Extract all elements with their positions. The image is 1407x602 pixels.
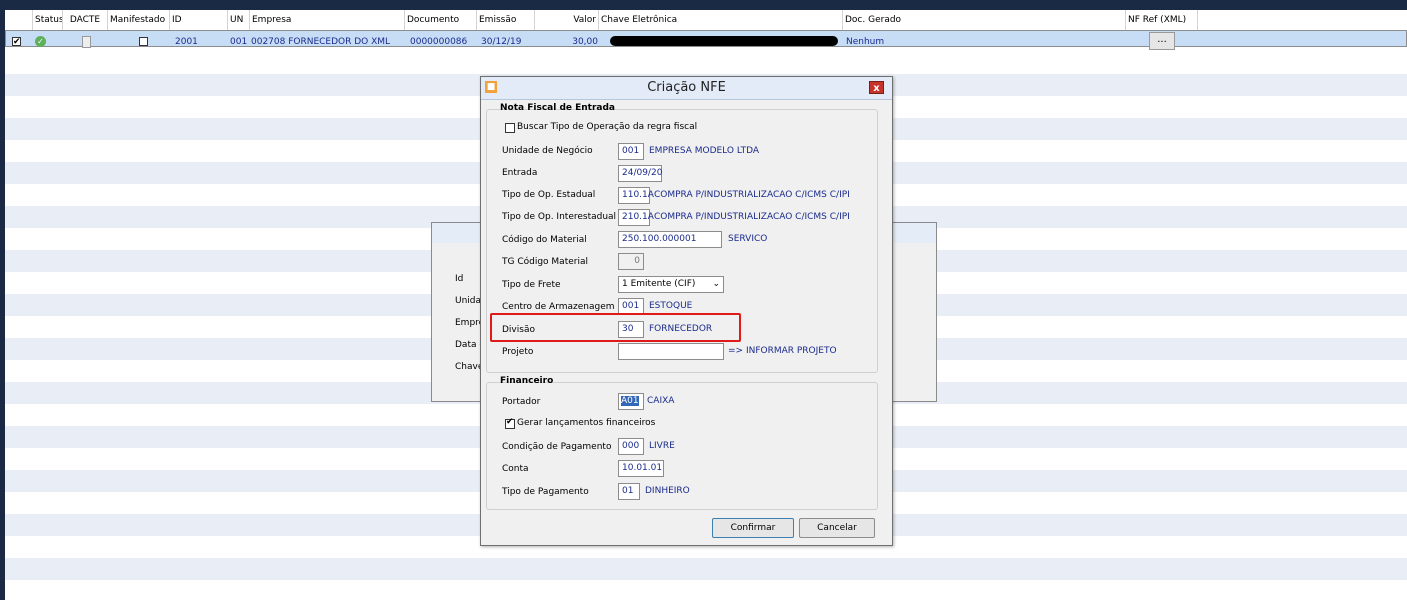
tg-codigo-material-label: TG Código Material bbox=[502, 257, 588, 267]
tipo-op-interestadual-code-input[interactable]: 210.1A bbox=[618, 209, 654, 226]
empty-row bbox=[5, 558, 1407, 580]
tipo-op-estadual-code-input[interactable]: 110.1A bbox=[618, 187, 654, 204]
header-valor[interactable]: Valor bbox=[535, 10, 599, 30]
tipo-op-interestadual-label: Tipo de Op. Interestadual bbox=[502, 212, 617, 222]
header-emissao[interactable]: Emissão bbox=[477, 10, 535, 30]
grid-header: Status DACTE Manifestado ID UN Empresa D… bbox=[5, 10, 1407, 31]
dacte-document-icon[interactable] bbox=[82, 36, 91, 48]
tipo-frete-value: 1 Emitente (CIF) bbox=[622, 279, 696, 289]
chevron-down-icon: ⌄ bbox=[712, 279, 720, 289]
header-id[interactable]: ID bbox=[170, 10, 228, 30]
header-doc-gerado[interactable]: Doc. Gerado bbox=[843, 10, 1126, 30]
unidade-desc: EMPRESA MODELO LTDA bbox=[649, 146, 760, 156]
header-empresa[interactable]: Empresa bbox=[250, 10, 405, 30]
unidade-code-input[interactable]: 001 bbox=[618, 143, 644, 160]
condicao-pagamento-label: Condição de Pagamento bbox=[502, 442, 612, 452]
entrada-label: Entrada bbox=[502, 168, 538, 178]
financeiro-title: Financeiro bbox=[500, 376, 554, 386]
cell-id: 2001 bbox=[175, 37, 198, 47]
tipo-pagamento-desc: DINHEIRO bbox=[645, 486, 690, 496]
entrada-date-input[interactable]: 24/09/20 bbox=[618, 165, 662, 182]
buscar-tipo-operacao-label: Buscar Tipo de Operação da regra fiscal bbox=[517, 122, 698, 132]
header-un[interactable]: UN bbox=[228, 10, 250, 30]
codigo-material-input[interactable]: 250.100.000001 bbox=[618, 231, 722, 248]
tipo-pagamento-code-input[interactable]: 01 bbox=[618, 483, 640, 500]
tipo-frete-label: Tipo de Frete bbox=[502, 280, 561, 290]
conta-label: Conta bbox=[502, 464, 529, 474]
nota-fiscal-title: Nota Fiscal de Entrada bbox=[500, 103, 616, 113]
tipo-op-estadual-desc: COMPRA P/INDUSTRIALIZACAO C/ICMS C/IPI bbox=[654, 190, 850, 200]
buscar-tipo-operacao-checkbox[interactable] bbox=[505, 123, 515, 133]
tipo-op-interestadual-desc: COMPRA P/INDUSTRIALIZACAO C/ICMS C/IPI bbox=[654, 212, 850, 222]
confirmar-button[interactable]: Confirmar bbox=[712, 518, 794, 538]
portador-code-input[interactable]: A01 bbox=[618, 393, 644, 410]
projeto-label: Projeto bbox=[502, 347, 534, 357]
window-top-frame bbox=[0, 0, 1407, 10]
unidade-label: Unidade de Negócio bbox=[502, 146, 593, 156]
cell-valor: 30,00 bbox=[572, 37, 598, 47]
empty-row bbox=[5, 52, 1407, 74]
header-dacte[interactable]: DACTE bbox=[63, 10, 108, 30]
cell-un: 001 bbox=[230, 37, 248, 47]
header-documento[interactable]: Documento bbox=[405, 10, 477, 30]
header-chave-eletronica[interactable]: Chave Eletrônica bbox=[599, 10, 843, 30]
header-status[interactable]: Status bbox=[33, 10, 63, 30]
table-row[interactable]: ✓ 2001 001 002708 FORNECEDOR DO XML 0000… bbox=[5, 30, 1407, 50]
tg-codigo-material-input: 0 bbox=[618, 253, 644, 270]
centro-armazenagem-desc: ESTOQUE bbox=[649, 301, 693, 311]
header-nf-ref[interactable]: NF Ref (XML) bbox=[1126, 10, 1198, 30]
redacted-chave-eletronica bbox=[610, 36, 838, 46]
divisao-highlight-box bbox=[490, 313, 741, 342]
header-manifestado[interactable]: Manifestado bbox=[108, 10, 170, 30]
cancelar-button[interactable]: Cancelar bbox=[799, 518, 875, 538]
gerar-lancamentos-label: Gerar lançamentos financeiros bbox=[517, 418, 656, 428]
conta-input[interactable]: 10.01.01 bbox=[618, 460, 664, 477]
cell-documento: 0000000086 bbox=[410, 37, 468, 47]
bg-label-id: Id bbox=[455, 274, 464, 284]
cell-doc-gerado: Nenhum bbox=[846, 37, 885, 47]
manifestado-checkbox[interactable] bbox=[139, 37, 148, 46]
informar-projeto-link[interactable]: => INFORMAR PROJETO bbox=[728, 346, 837, 356]
criacao-nfe-dialog: ■ Criação NFE x Nota Fiscal de Entrada B… bbox=[480, 76, 893, 546]
header-selector bbox=[5, 10, 33, 30]
nf-ref-browse-button[interactable]: ... bbox=[1149, 32, 1175, 50]
codigo-material-label: Código do Material bbox=[502, 235, 587, 245]
condicao-pagamento-code-input[interactable]: 000 bbox=[618, 438, 644, 455]
codigo-material-desc: SERVICO bbox=[728, 234, 768, 244]
projeto-input[interactable] bbox=[618, 343, 724, 360]
portador-code-selected: A01 bbox=[621, 396, 639, 406]
empty-row bbox=[5, 580, 1407, 602]
tipo-pagamento-label: Tipo de Pagamento bbox=[502, 487, 589, 497]
tipo-op-estadual-label: Tipo de Op. Estadual bbox=[502, 190, 596, 200]
condicao-pagamento-desc: LIVRE bbox=[649, 441, 675, 451]
tipo-frete-select[interactable]: 1 Emitente (CIF) ⌄ bbox=[618, 276, 724, 293]
gerar-lancamentos-checkbox[interactable] bbox=[505, 417, 515, 429]
status-ok-icon: ✓ bbox=[35, 36, 46, 47]
close-button[interactable]: x bbox=[869, 81, 884, 94]
dialog-title: Criação NFE bbox=[647, 80, 726, 95]
row-select-checkbox[interactable] bbox=[12, 35, 21, 50]
cell-empresa: 002708 FORNECEDOR DO XML bbox=[251, 37, 391, 47]
portador-label: Portador bbox=[502, 397, 541, 407]
portador-desc: CAIXA bbox=[647, 396, 675, 406]
centro-armazenagem-label: Centro de Armazenagem bbox=[502, 302, 615, 312]
cell-emissao: 30/12/19 bbox=[481, 37, 522, 47]
dialog-titlebar: ■ Criação NFE x bbox=[481, 77, 892, 100]
